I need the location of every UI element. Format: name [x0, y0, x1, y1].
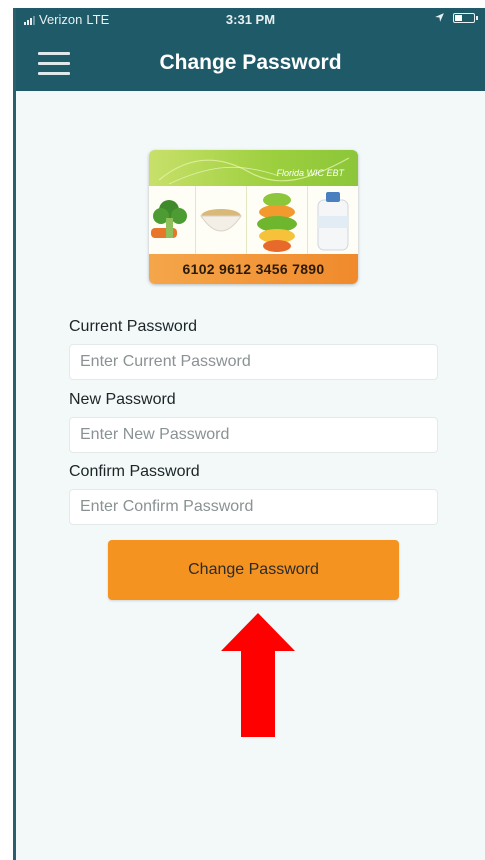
status-time: 3:31 PM: [225, 12, 276, 27]
location-arrow-icon: [435, 13, 444, 22]
status-right: [434, 12, 478, 23]
ebt-card-image: Florida WIC EBT 6102 9612 3456 7890: [149, 150, 358, 284]
app-header: Verizon LTE 3:31 PM Change Password: [16, 8, 485, 91]
vegetables-tile: [149, 186, 196, 254]
broccoli-icon: [151, 200, 187, 238]
cereal-bowl-icon: [200, 209, 242, 232]
card-food-tiles: [149, 186, 358, 254]
card-number: 6102 9612 3456 7890: [149, 254, 358, 284]
page-title: Change Password: [159, 51, 342, 74]
current-password-input[interactable]: [69, 344, 438, 380]
new-password-label: New Password: [69, 391, 176, 408]
status-bar: Verizon LTE 3:31 PM: [16, 8, 485, 30]
card-brand: Florida WIC EBT: [276, 168, 344, 178]
fruit-stack-icon: [257, 193, 297, 252]
cereal-tile: [196, 186, 247, 254]
current-password-label: Current Password: [69, 318, 198, 335]
milk-tile: [308, 186, 358, 254]
phone-screen: Verizon LTE 3:31 PM Change Password Flor…: [13, 8, 485, 860]
confirm-password-input[interactable]: [69, 489, 438, 525]
fruit-tile: [247, 186, 308, 254]
milk-jug-icon: [317, 192, 349, 251]
confirm-password-label: Confirm Password: [69, 463, 200, 480]
red-arrow-up-icon: [221, 613, 295, 737]
card-banner: Florida WIC EBT: [149, 150, 358, 186]
battery-icon: [453, 12, 478, 23]
change-password-button[interactable]: Change Password: [108, 540, 399, 600]
screenshot-frame: Verizon LTE 3:31 PM Change Password Flor…: [0, 0, 485, 860]
new-password-input[interactable]: [69, 417, 438, 453]
